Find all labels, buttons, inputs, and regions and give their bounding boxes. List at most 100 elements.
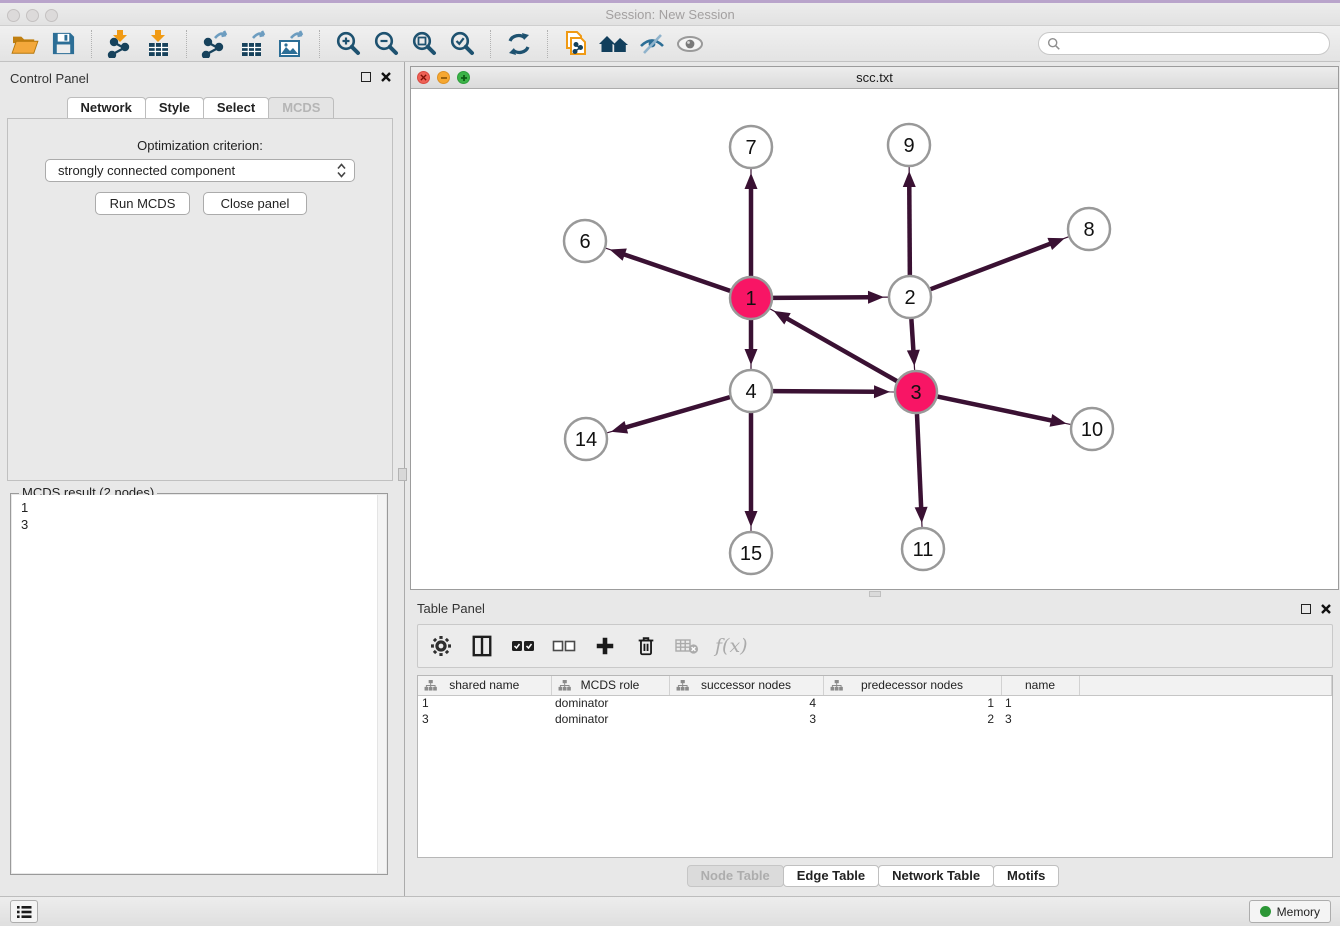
tab-mcds[interactable]: MCDS [268, 97, 334, 119]
cell-shared-name[interactable]: 1 [418, 695, 551, 711]
graph-edge-4-14[interactable] [607, 397, 730, 433]
show-panel-button[interactable] [671, 28, 709, 60]
float-table-panel-icon[interactable] [1301, 604, 1311, 614]
function-builder-button[interactable]: f(x) [715, 633, 748, 659]
hide-panel-button[interactable] [633, 28, 671, 60]
cell-name[interactable]: 3 [1001, 711, 1079, 727]
deselect-all-button[interactable] [551, 633, 577, 659]
column-header-predecessor-nodes[interactable]: predecessor nodes [823, 676, 1001, 695]
delete-table-button[interactable] [674, 633, 700, 659]
column-header-mcds-role[interactable]: MCDS role [551, 676, 669, 695]
close-panel-button[interactable]: Close panel [203, 192, 307, 215]
graph-node-9[interactable]: 9 [888, 124, 930, 166]
cell-predecessor-nodes[interactable]: 2 [823, 711, 1001, 727]
zoom-in-button[interactable] [329, 28, 367, 60]
optimization-criterion-select[interactable]: strongly connected component [45, 159, 355, 182]
tab-motifs[interactable]: Motifs [993, 865, 1059, 887]
cell-predecessor-nodes[interactable]: 1 [823, 695, 1001, 711]
add-column-button[interactable] [592, 633, 618, 659]
mcds-result-text[interactable]: 1 3 [12, 495, 386, 873]
export-network-button[interactable] [196, 28, 234, 60]
zoom-out-icon [373, 30, 400, 57]
delete-column-button[interactable] [633, 633, 659, 659]
graph-edge-3-11[interactable] [915, 414, 928, 527]
result-scrollbar[interactable] [377, 495, 386, 873]
graph-node-10[interactable]: 10 [1071, 408, 1113, 450]
graph-edge-1-7[interactable] [745, 169, 758, 276]
unchecked-boxes-icon [552, 639, 576, 653]
memory-button[interactable]: Memory [1249, 900, 1331, 923]
gear-icon [429, 634, 453, 658]
task-history-button[interactable] [10, 900, 38, 923]
graph-node-11[interactable]: 11 [902, 528, 944, 570]
cell-mcds-role[interactable]: dominator [551, 695, 669, 711]
cell-name[interactable]: 1 [1001, 695, 1079, 711]
column-header-successor-nodes[interactable]: successor nodes [669, 676, 823, 695]
run-mcds-button[interactable]: Run MCDS [95, 192, 190, 215]
cell-successor-nodes[interactable]: 3 [669, 711, 823, 727]
graph-edge-3-10[interactable] [938, 397, 1071, 427]
table-row[interactable]: 1 dominator 4 1 1 [418, 695, 1332, 711]
tab-network-table[interactable]: Network Table [878, 865, 994, 887]
app-title: Session: New Session [0, 7, 1340, 22]
graph-edge-1-4[interactable] [745, 320, 758, 369]
cell-shared-name[interactable]: 3 [418, 711, 551, 727]
table-row[interactable]: 3 dominator 3 2 3 [418, 711, 1332, 727]
tab-network[interactable]: Network [67, 97, 146, 119]
home-button[interactable] [595, 28, 633, 60]
graph-node-8[interactable]: 8 [1068, 208, 1110, 250]
graph-node-4[interactable]: 4 [730, 370, 772, 412]
graph-edge-1-2[interactable] [773, 291, 888, 304]
graph-edge-2-8[interactable] [931, 237, 1069, 289]
app-titlebar: Session: New Session [0, 0, 1340, 26]
export-image-button[interactable] [272, 28, 310, 60]
zoom-selected-button[interactable] [443, 28, 481, 60]
tab-edge-table[interactable]: Edge Table [783, 865, 879, 887]
result-line: 1 [21, 499, 386, 516]
table-settings-button[interactable] [428, 633, 454, 659]
graph-node-15[interactable]: 15 [730, 532, 772, 574]
graph-node-14[interactable]: 14 [565, 418, 607, 460]
cell-mcds-role[interactable]: dominator [551, 711, 669, 727]
save-session-button[interactable] [44, 28, 82, 60]
graph-edge-4-15[interactable] [745, 413, 758, 531]
select-all-button[interactable] [510, 633, 536, 659]
graph-node-6[interactable]: 6 [564, 220, 606, 262]
open-session-button[interactable] [6, 28, 44, 60]
toolbar-separator [186, 30, 187, 58]
close-panel-icon[interactable] [380, 71, 392, 83]
tab-select[interactable]: Select [203, 97, 269, 119]
graph-edge-1-6[interactable] [606, 248, 730, 291]
tab-style[interactable]: Style [145, 97, 204, 119]
column-header-shared-name[interactable]: shared name [418, 676, 551, 695]
panel-divider-handle[interactable] [398, 468, 407, 481]
import-network-button[interactable] [101, 28, 139, 60]
graph-edge-4-3[interactable] [773, 385, 894, 398]
zoom-out-button[interactable] [367, 28, 405, 60]
graph-node-3[interactable]: 3 [895, 371, 937, 413]
graph-edge-2-9[interactable] [903, 167, 916, 275]
network-canvas[interactable]: 7 9 6 8 1 2 4 3 14 10 15 11 [411, 89, 1338, 589]
graph-node-1[interactable]: 1 [730, 277, 772, 319]
search-input[interactable] [1038, 32, 1330, 55]
cell-successor-nodes[interactable]: 4 [669, 695, 823, 711]
import-table-button[interactable] [139, 28, 177, 60]
export-image-icon [277, 30, 305, 58]
tab-node-table[interactable]: Node Table [687, 865, 784, 887]
zoom-fit-button[interactable] [405, 28, 443, 60]
float-panel-icon[interactable] [361, 72, 371, 82]
graph-node-2[interactable]: 2 [889, 276, 931, 318]
show-columns-button[interactable] [469, 633, 495, 659]
export-table-button[interactable] [234, 28, 272, 60]
graph-edge-2-3[interactable] [907, 319, 920, 370]
graph-edge-3-1[interactable] [770, 309, 897, 381]
network-graph[interactable]: 7 9 6 8 1 2 4 3 14 10 15 11 [411, 89, 1338, 589]
clone-network-button[interactable] [557, 28, 595, 60]
columns-icon [471, 634, 493, 658]
column-header-name[interactable]: name [1001, 676, 1079, 695]
close-table-panel-icon[interactable] [1320, 603, 1332, 615]
graph-node-7[interactable]: 7 [730, 126, 772, 168]
refresh-button[interactable] [500, 28, 538, 60]
network-window-titlebar[interactable]: scc.txt [411, 67, 1338, 89]
mcds-panel: Optimization criterion: strongly connect… [7, 118, 393, 481]
